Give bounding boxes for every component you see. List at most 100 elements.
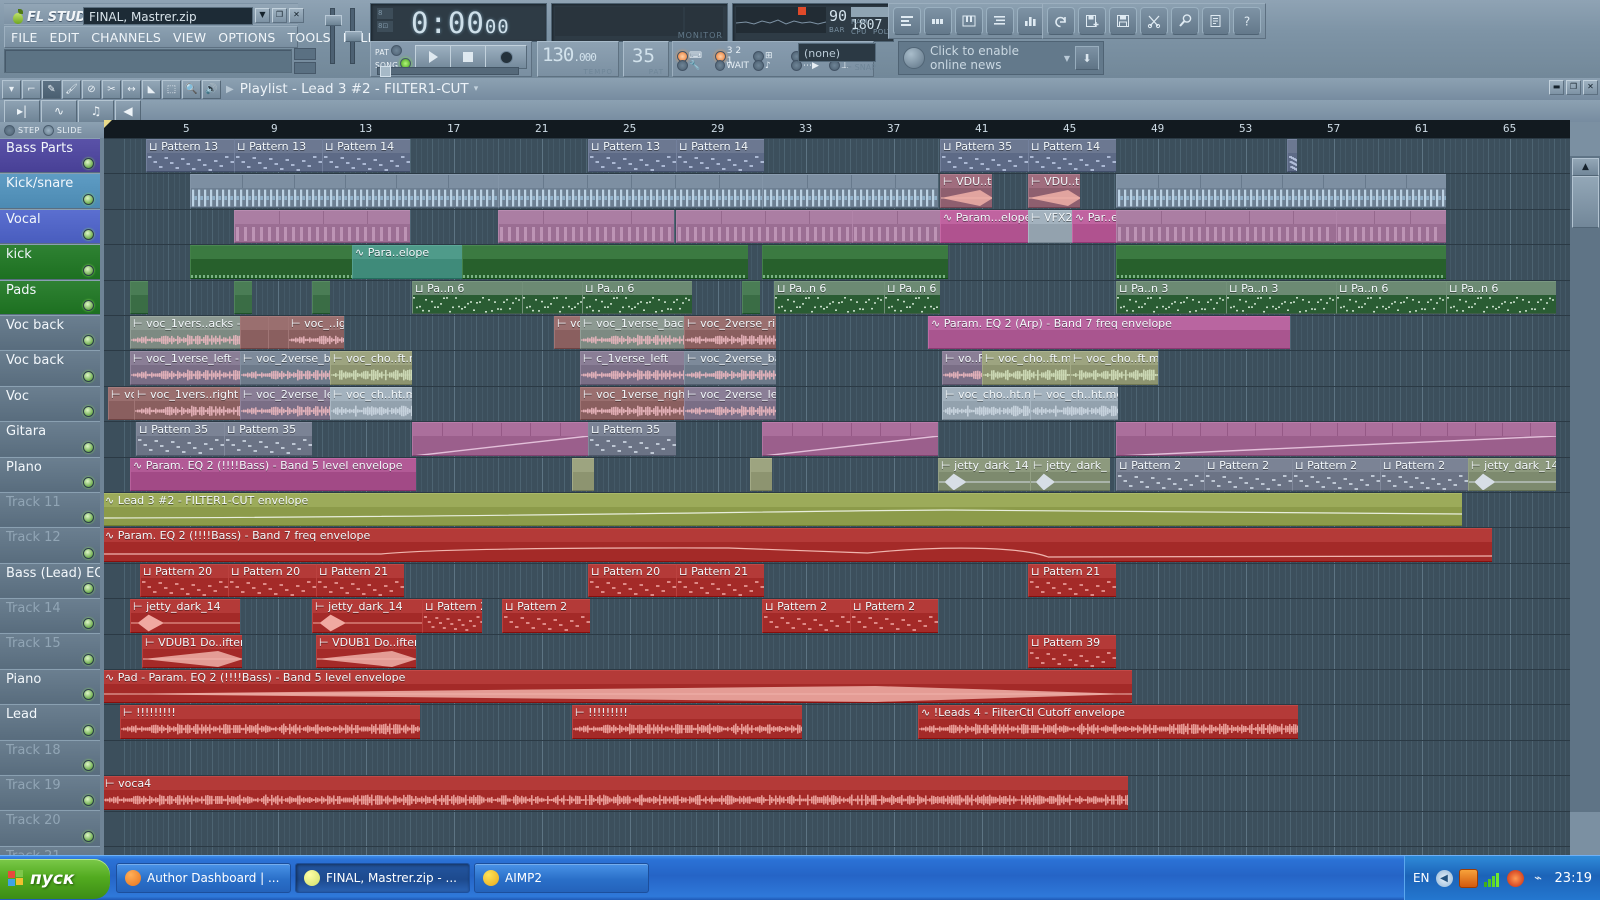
playlist-clip[interactable]: ⊔ Pa..n 3 xyxy=(1226,281,1336,314)
clip-header[interactable] xyxy=(463,246,748,259)
playlist-clip[interactable] xyxy=(462,245,748,278)
playlist-clip[interactable]: ⊔ Pa..n 3 xyxy=(1116,281,1226,314)
playlist-clip[interactable]: ⊢ VFX2 S xyxy=(1028,210,1072,243)
track-header-17[interactable]: Lead xyxy=(0,704,100,739)
record-button[interactable] xyxy=(485,45,527,69)
pattern-number-panel[interactable]: 35 PAT xyxy=(623,41,669,77)
scroll-up-button[interactable]: ▲ xyxy=(1572,158,1599,176)
playlist-clip[interactable]: ⊢ voc_1verse_backs xyxy=(580,316,684,349)
chevron-down-icon[interactable]: ▼ xyxy=(1064,54,1070,63)
playlist-clip[interactable]: ⊢ voc_cho..ht.melo xyxy=(942,387,1030,420)
playlist-clip[interactable]: ⊔ Pattern 2 xyxy=(1116,458,1204,491)
track-header-13[interactable]: Bass (Lead) EQ xyxy=(0,563,100,598)
playlist-clip[interactable]: ⊔ Pattern 39 xyxy=(1028,635,1116,668)
clip-header[interactable] xyxy=(131,282,148,295)
playlist-clip[interactable] xyxy=(1116,210,1336,243)
clip-header[interactable] xyxy=(269,317,288,330)
playlist-clip[interactable]: ⊢ jetty_dark_ xyxy=(1030,458,1110,491)
menu-item-view[interactable]: VIEW xyxy=(167,30,212,45)
playlist-clip[interactable]: ⊢ voc_cho..ft.melo xyxy=(982,351,1070,384)
playlist-clip[interactable] xyxy=(762,422,938,455)
undo-icon[interactable] xyxy=(1047,7,1075,35)
playlist-clip[interactable]: ⊢ voc_1vers..right - e xyxy=(134,387,240,420)
playlist-clip[interactable]: ⊢ voca4 xyxy=(104,776,1128,809)
playlist-clip[interactable]: ⊔ Pattern 2 xyxy=(762,599,850,632)
cut-icon[interactable] xyxy=(1140,7,1168,35)
playlist-clip[interactable] xyxy=(234,281,252,314)
playlist-clip[interactable]: ⊢ VDUB1 Do..ifter 12 xyxy=(142,635,242,668)
vertical-scrollbar[interactable]: ▲ xyxy=(1570,156,1600,812)
plug-icon[interactable]: ⌁ xyxy=(1530,870,1547,887)
playlist-clip[interactable]: ⊔ Pattern 2 xyxy=(1204,458,1292,491)
track-enable-led[interactable] xyxy=(83,512,94,523)
close-button[interactable]: ✕ xyxy=(289,8,304,23)
track-header-11[interactable]: Track 11 xyxy=(0,492,100,527)
playlist-clip[interactable]: ⊢ voc_ch..ht.melo xyxy=(330,387,412,420)
playlist-clip[interactable]: ∿ Param. EQ 2 (Arp) - Band 7 freq envelo… xyxy=(928,316,1290,349)
aimp-tray-icon[interactable] xyxy=(1507,870,1524,887)
playlist-clip[interactable]: ⊢ voc_2verse_backs xyxy=(684,351,776,384)
playlist-clip[interactable]: ⊔ Pattern 13 xyxy=(146,139,234,172)
playlist-clip[interactable]: ⊔ Pa..n 6 xyxy=(774,281,884,314)
playlist-clip[interactable]: ⊢ jetty_dark_14 xyxy=(1468,458,1556,491)
multilink-controllers-led[interactable] xyxy=(677,60,688,71)
playlist-minimize-button[interactable]: ▬ xyxy=(1549,80,1564,95)
master-volume-slider[interactable] xyxy=(350,8,355,64)
playlist-clip[interactable]: ⊢ VDU..t 75 xyxy=(940,174,992,207)
track-enable-led[interactable] xyxy=(83,689,94,700)
zoom-icon[interactable]: 🔍 xyxy=(182,80,201,99)
playlist-clip[interactable]: ⊔ Pattern 35 xyxy=(588,422,676,455)
track-enable-led[interactable] xyxy=(83,371,94,382)
playlist-clip[interactable]: ⊢ voc_2verse_right xyxy=(684,316,776,349)
metronome-led[interactable] xyxy=(753,60,764,71)
track-header-5[interactable]: Pads xyxy=(0,280,100,315)
playlist-close-button[interactable]: ✕ xyxy=(1583,80,1598,95)
clip-header[interactable] xyxy=(1117,211,1336,224)
save-icon[interactable] xyxy=(1109,7,1137,35)
track-header-3[interactable]: Vocal xyxy=(0,209,100,244)
delete-icon[interactable]: ⊘ xyxy=(82,80,101,99)
playlist-restore-button[interactable]: ❐ xyxy=(1566,80,1581,95)
clip-header[interactable] xyxy=(313,282,330,295)
playlist-clip[interactable]: ⊔ Pa..n 6 xyxy=(412,281,522,314)
playlist-clip[interactable]: ∿ Param...elope xyxy=(940,210,1028,243)
playlist-clip[interactable] xyxy=(268,316,288,349)
clip-header[interactable] xyxy=(104,777,1128,790)
playlist-clip[interactable]: ⊔ Pattern 35 xyxy=(224,422,312,455)
menu-item-edit[interactable]: EDIT xyxy=(44,30,86,45)
stop-button[interactable] xyxy=(450,45,486,69)
clip-header[interactable] xyxy=(743,282,760,295)
oscilloscope-panel[interactable]: MONITOR xyxy=(551,3,728,42)
track-enable-led[interactable] xyxy=(83,158,94,169)
playlist-clip[interactable]: ⊔ Pattern 2 xyxy=(422,599,482,632)
playlist-clip[interactable]: ∿ Param. EQ 2 (!!!!Bass) - Band 7 freq e… xyxy=(104,528,1492,561)
master-volume-knob[interactable] xyxy=(345,31,362,42)
playlist-grid[interactable]: ⊔ Pattern 13⊔ Pattern 13⊔ Pattern 14⊔ Pa… xyxy=(104,138,1570,856)
vertical-scrollbar-grip[interactable] xyxy=(1572,176,1599,228)
master-pitch-bar[interactable] xyxy=(377,67,519,75)
playlist-clip[interactable]: ∿ Pad - Param. EQ 2 (!!!!Bass) - Band 5 … xyxy=(104,670,1132,703)
piano-roll-icon[interactable] xyxy=(955,7,983,35)
switch-wait-for-input[interactable]: WAIT xyxy=(715,60,749,71)
playlist-clip[interactable]: ⊢ jetty_dark_14 xyxy=(312,599,422,632)
track-enable-led[interactable] xyxy=(83,725,94,736)
track-enable-led[interactable] xyxy=(83,760,94,771)
track-enable-led[interactable] xyxy=(83,618,94,629)
playlist-clip[interactable]: ⊢ VDU..t 75 xyxy=(1028,174,1080,207)
playlist-clip[interactable]: ⊔ Pa..n 6 xyxy=(884,281,940,314)
clip-header[interactable] xyxy=(763,246,948,259)
track-header-6[interactable]: Voc back xyxy=(0,315,100,350)
master-pitch-knob[interactable] xyxy=(325,15,342,26)
track-header-16[interactable]: Piano xyxy=(0,669,100,704)
pat-led[interactable] xyxy=(391,45,402,56)
mute-icon[interactable]: ✂ xyxy=(102,80,121,99)
download-icon[interactable]: ⬇ xyxy=(1075,46,1099,70)
playlist-clip[interactable]: ⊢ voc_..ight xyxy=(288,316,344,349)
language-indicator[interactable]: EN xyxy=(1413,871,1430,885)
playlist-clip[interactable]: ∿ !Leads 4 - FilterCtl Cutoff envelope xyxy=(918,705,1298,738)
playlist-clip[interactable]: ⊔ Pattern 2 xyxy=(502,599,590,632)
cpu-meter-panel[interactable]: 90 1807 BAR RAM CPU POLY xyxy=(732,3,894,42)
track-enable-led[interactable] xyxy=(83,265,94,276)
playlist-clip[interactable]: ∿ Lead 3 #2 - FILTER1-CUT envelope xyxy=(104,493,1462,526)
master-pitch-bar-knob[interactable] xyxy=(380,66,391,77)
